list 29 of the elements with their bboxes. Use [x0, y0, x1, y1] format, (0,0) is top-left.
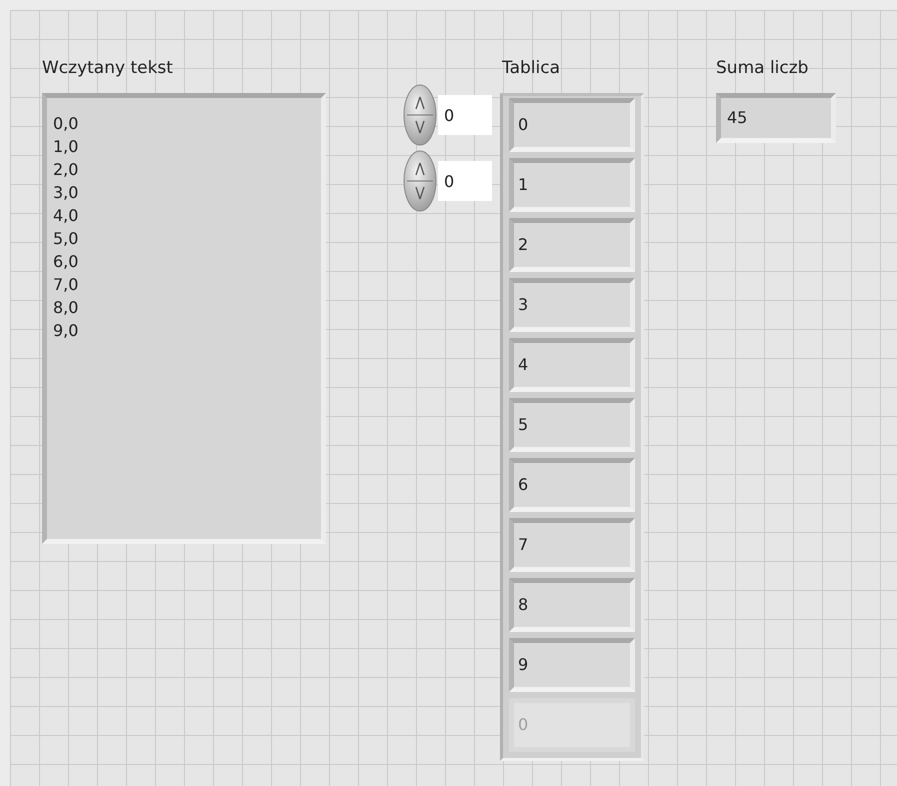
text-line: 5,0 [53, 228, 78, 250]
array-element: 8 [509, 578, 635, 632]
sum-label: Suma liczb [716, 57, 808, 80]
array-element: 0 [509, 98, 635, 152]
array-element: 0 [509, 698, 635, 752]
text-line: 9,0 [53, 320, 78, 342]
array-element: 3 [509, 278, 635, 332]
array-element: 4 [509, 338, 635, 392]
array-element: 7 [509, 518, 635, 572]
array-element: 9 [509, 638, 635, 692]
text-line: 3,0 [53, 182, 78, 204]
text-line: 7,0 [53, 274, 78, 296]
array-element: 1 [509, 158, 635, 212]
text-line: 4,0 [53, 205, 78, 227]
array-label: Tablica [502, 57, 560, 80]
index-field[interactable]: 0 [438, 161, 492, 201]
increment-decrement-icon[interactable] [402, 83, 438, 147]
increment-decrement-icon[interactable] [402, 149, 438, 213]
text-line: 6,0 [53, 251, 78, 273]
text-line: 2,0 [53, 159, 78, 181]
text-line: 0,0 [53, 113, 78, 135]
index-field[interactable]: 0 [438, 95, 492, 135]
string-indicator-label: Wczytany tekst [42, 57, 173, 80]
text-line: 8,0 [53, 297, 78, 319]
sum-display: 45 [716, 93, 836, 143]
text-line: 1,0 [53, 136, 78, 158]
array-element: 6 [509, 458, 635, 512]
array-element: 5 [509, 398, 635, 452]
array-element: 2 [509, 218, 635, 272]
